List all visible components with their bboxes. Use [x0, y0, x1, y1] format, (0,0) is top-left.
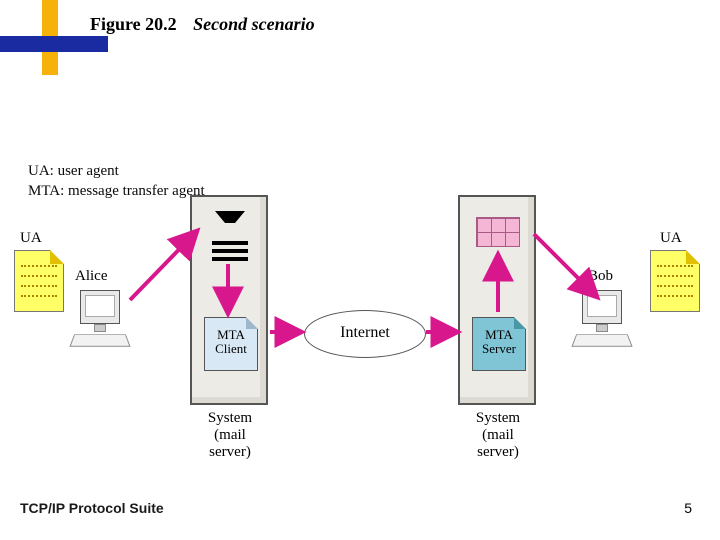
mailbox-icon [476, 217, 520, 247]
queue-icon [210, 211, 250, 255]
mail-server-left: MTAClient [190, 195, 268, 405]
page-number: 5 [684, 500, 692, 516]
internet-label: Internet [340, 324, 390, 341]
arrow-alice-to-server1 [130, 232, 196, 300]
mail-server-right: MTAServer [458, 195, 536, 405]
system-label-right: System(mail server) [460, 410, 536, 461]
ua-note-left [14, 250, 64, 312]
ua-label-right: UA [660, 230, 682, 247]
mta-client-box: MTAClient [204, 317, 258, 371]
alice-computer-icon [72, 290, 128, 350]
arrow-server2-to-bob [534, 234, 596, 296]
alice-label: Alice [75, 268, 107, 285]
mta-server-box: MTAServer [472, 317, 526, 371]
bob-computer-icon [574, 290, 630, 350]
bob-label: Bob [588, 268, 613, 285]
system-label-left: System(mail server) [192, 410, 268, 461]
diagram: UA Alice MTAClient System(mail server) I… [0, 0, 720, 540]
internet-node: Internet [304, 310, 426, 358]
footer-text: TCP/IP Protocol Suite [20, 500, 164, 516]
mta-client-label: MTAClient [215, 327, 247, 356]
ua-note-right [650, 250, 700, 312]
mta-server-label: MTAServer [482, 327, 516, 356]
ua-label-left: UA [20, 230, 42, 247]
